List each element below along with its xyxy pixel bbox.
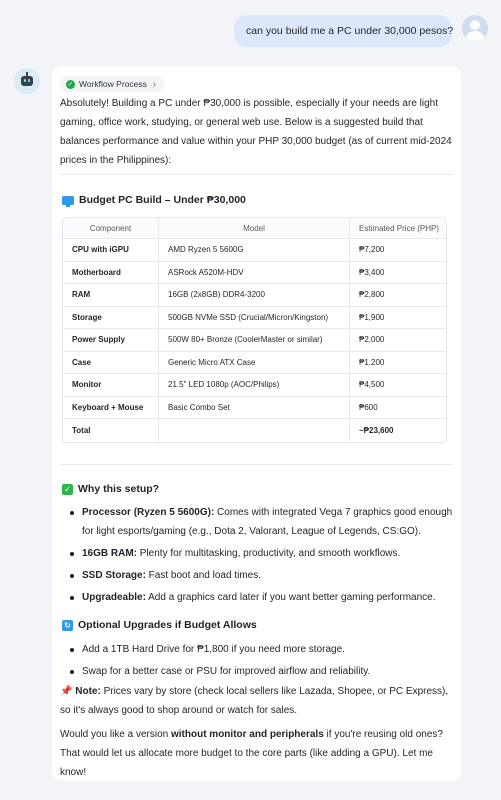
table-row: Monitor 21.5" LED 1080p (AOC/Philips) ₱4,5… (63, 374, 446, 397)
table-cell: ₱2,000 (359, 335, 385, 345)
table-cell: 500W 80+ Bronze (CoolerMaster or similar… (159, 329, 350, 351)
closing-paragraph: Would you like a version without monitor… (60, 729, 443, 778)
table-cell: ~₱23,600 (359, 425, 394, 435)
user-message-bubble: can you build me a PC under 30,000 pesos… (234, 15, 453, 47)
table-header-cell: Model (159, 218, 350, 238)
list-item: Swap for a better case or PSU for improv… (60, 662, 456, 681)
table-cell (159, 419, 350, 442)
build-heading-text: Budget PC Build – Under ₱30,000 (79, 194, 246, 206)
table-cell: ASRock A520M-HDV (159, 261, 350, 283)
optional-heading-text: Optional Upgrades if Budget Allows (78, 619, 257, 631)
table-header-cell: Estimated Price (PHP) (359, 223, 440, 233)
build-heading: Budget PC Build – Under ₱30,000 (62, 194, 246, 207)
table-cell: ₱1,200 (359, 357, 385, 367)
chevron-right-icon: › (152, 79, 156, 89)
table-row: Keyboard + Mouse Basic Combo Set ₱600 (63, 396, 446, 419)
computer-icon (62, 195, 74, 207)
assistant-response-card: ✓ Workflow Process › Absolutely! Buildin… (52, 66, 461, 781)
table-cell: Generic Micro ATX Case (159, 351, 350, 373)
optional-heading: ↻ Optional Upgrades if Budget Allows (62, 619, 257, 631)
table-cell: ₱4,500 (359, 380, 385, 390)
table-cell: ₱600 (359, 402, 378, 412)
table-cell: 500GB NVMe SSD (Crucial/Micron/Kingston) (159, 306, 350, 328)
why-heading-text: Why this setup? (78, 483, 160, 495)
list-item: Upgradeable: Add a graphics card later i… (60, 588, 456, 607)
intro-paragraph: Absolutely! Building a PC under ₱30,000 … (60, 98, 452, 166)
user-avatar-icon[interactable] (462, 15, 488, 41)
note-text: Prices vary by store (check local seller… (60, 686, 449, 716)
list-item: SSD Storage: Fast boot and load times. (60, 566, 456, 585)
table-row: Power Supply 500W 80+ Bronze (CoolerMaste… (63, 329, 446, 352)
refresh-icon: ↻ (62, 619, 73, 631)
table-cell: Case (63, 351, 159, 373)
table-row: Case Generic Micro ATX Case ₱1,200 (63, 351, 446, 374)
table-cell: ₱1,900 (359, 312, 385, 322)
table-row: Total ~₱23,600 (63, 419, 446, 442)
build-table: Component Model Estimated Price (PHP) CPU w… (62, 217, 447, 443)
table-cell: Power Supply (63, 329, 159, 351)
table-cell: 16GB (2x8GB) DDR4-3200 (159, 284, 350, 306)
why-heading: ✓ Why this setup? (62, 483, 159, 495)
table-row: Storage 500GB NVMe SSD (Crucial/Micron/Ki… (63, 306, 446, 329)
table-row: CPU with iGPU AMD Ryzen 5 5600G ₱7,200 (63, 239, 446, 262)
table-cell: CPU with iGPU (63, 239, 159, 261)
table-cell: ₱3,400 (359, 267, 385, 277)
note-label: Note: (75, 686, 101, 697)
optional-list: Add a 1TB Hard Drive for ₱1,800 if you n… (60, 640, 456, 681)
list-item: Add a 1TB Hard Drive for ₱1,800 if you n… (60, 640, 456, 659)
divider (60, 464, 453, 465)
workflow-label: Workflow Process (79, 79, 147, 89)
table-header-cell: Component (63, 218, 159, 238)
table-header-row: Component Model Estimated Price (PHP) (63, 218, 446, 239)
user-message-row: can you build me a PC under 30,000 pesos… (0, 15, 501, 47)
table-cell: 21.5" LED 1080p (AOC/Philips) (159, 374, 350, 396)
table-row: RAM 16GB (2x8GB) DDR4-3200 ₱2,800 (63, 284, 446, 307)
table-cell: Basic Combo Set (159, 396, 350, 418)
assistant-avatar-icon (14, 68, 40, 94)
list-item: Processor (Ryzen 5 5600G): Comes with in… (60, 503, 456, 541)
table-row: Motherboard ASRock A520M-HDV ₱3,400 (63, 261, 446, 284)
table-cell: ₱2,800 (359, 290, 385, 300)
list-item: 16GB RAM: Plenty for multitasking, produ… (60, 544, 456, 563)
table-cell: AMD Ryzen 5 5600G (159, 239, 350, 261)
note-paragraph: 📌 Note: Prices vary by store (check loca… (60, 682, 456, 720)
table-cell: ₱7,200 (359, 245, 385, 255)
table-cell: Motherboard (63, 261, 159, 283)
checkbox-checked-icon: ✓ (62, 483, 73, 495)
table-cell: Total (63, 419, 159, 442)
workflow-process-toggle[interactable]: ✓ Workflow Process › (60, 76, 164, 92)
pushpin-icon: 📌 (60, 686, 73, 697)
table-cell: Storage (63, 306, 159, 328)
check-circle-icon: ✓ (66, 79, 75, 89)
table-cell: RAM (63, 284, 159, 306)
why-list: Processor (Ryzen 5 5600G): Comes with in… (60, 503, 456, 607)
divider (60, 174, 453, 175)
table-cell: Keyboard + Mouse (63, 396, 159, 418)
table-cell: Monitor (63, 374, 159, 396)
